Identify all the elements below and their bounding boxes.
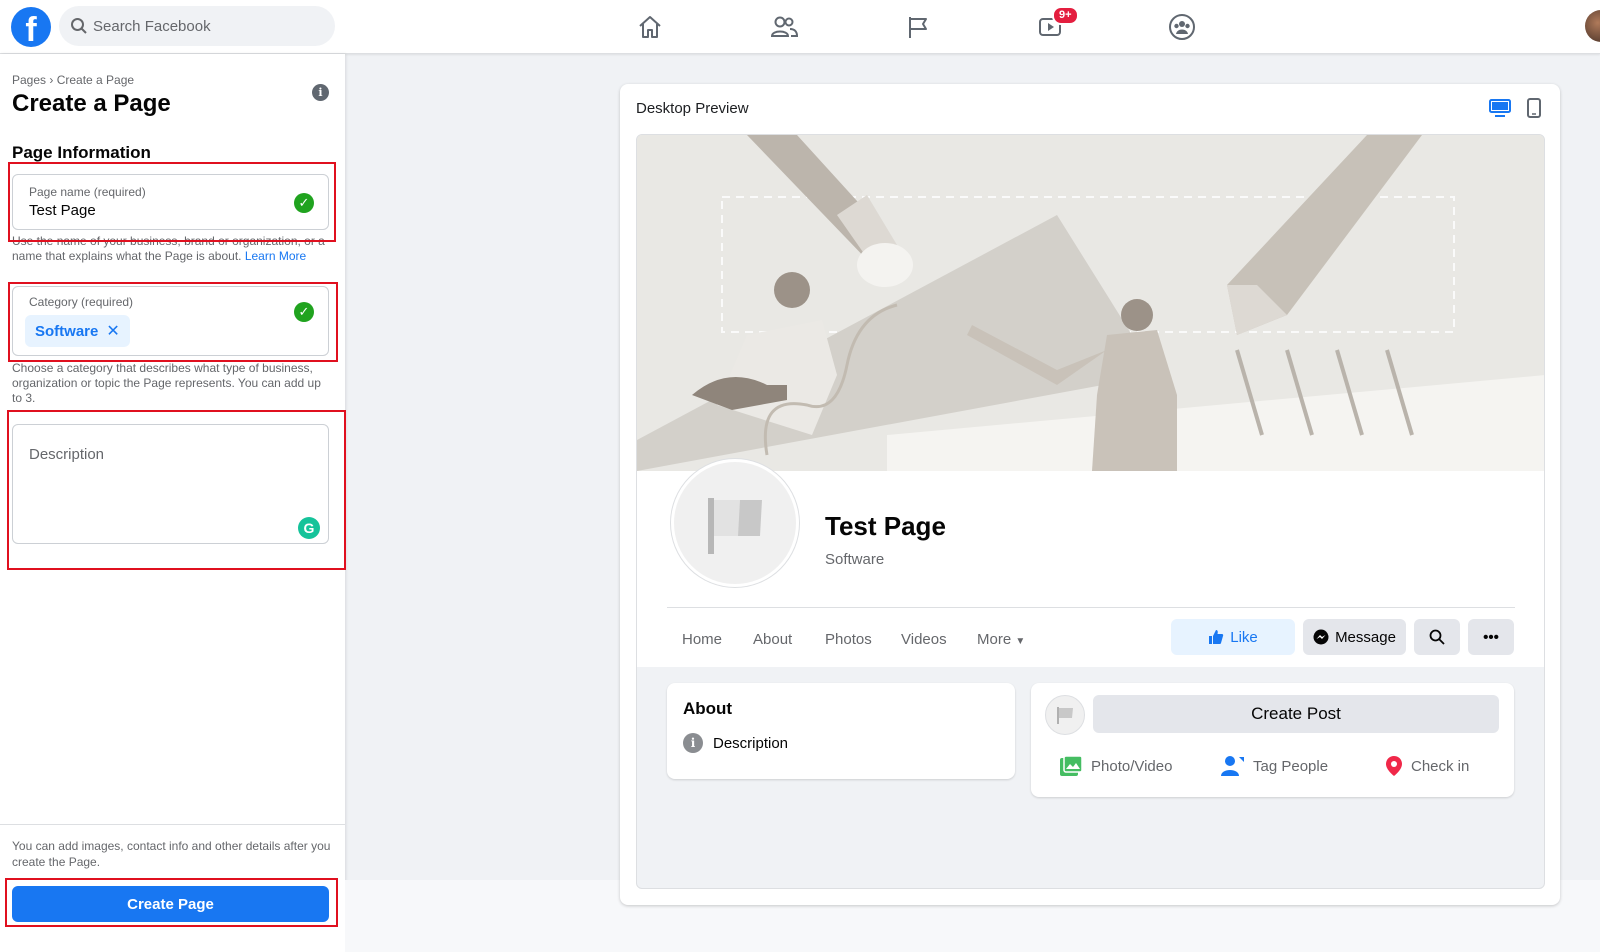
tab-home[interactable]: Home xyxy=(682,631,722,648)
tag-people-label: Tag People xyxy=(1253,757,1329,775)
create-page-panel: Pages › Create a Page Create a Page i Pa… xyxy=(0,54,345,952)
mobile-icon[interactable] xyxy=(1527,98,1541,123)
page-name-value[interactable]: Test Page xyxy=(29,202,96,219)
tab-photos[interactable]: Photos xyxy=(825,631,872,648)
check-icon: ✓ xyxy=(294,302,314,322)
grammarly-icon[interactable]: G xyxy=(298,517,320,539)
check-icon: ✓ xyxy=(294,193,314,213)
search-button[interactable] xyxy=(1414,619,1460,655)
flag-icon xyxy=(708,498,762,554)
preview-page-name: Test Page xyxy=(825,511,946,541)
category-helper: Choose a category that describes what ty… xyxy=(12,361,321,405)
thumbs-up-icon xyxy=(1209,630,1224,644)
category-field[interactable]: Category (required) Software ✕ ✓ xyxy=(12,286,329,356)
description-placeholder[interactable]: Description xyxy=(29,446,104,463)
messenger-icon xyxy=(1313,629,1329,645)
like-label: Like xyxy=(1230,628,1258,646)
like-button[interactable]: Like xyxy=(1171,619,1295,655)
more-dots-icon: ••• xyxy=(1483,628,1499,646)
photo-video-option[interactable]: Photo/Video xyxy=(1059,755,1172,777)
info-icon: i xyxy=(683,733,703,753)
info-icon[interactable]: i xyxy=(312,84,329,101)
about-description: Description xyxy=(713,734,789,752)
watch-icon[interactable]: 9+ xyxy=(1032,6,1079,44)
flag-icon xyxy=(1057,707,1073,724)
photo-icon xyxy=(1060,755,1083,776)
groups-icon[interactable] xyxy=(1164,10,1200,44)
search-input[interactable] xyxy=(93,6,323,46)
create-page-footer: You can add images, contact info and oth… xyxy=(0,824,345,952)
tab-about[interactable]: About xyxy=(753,631,792,648)
category-chip[interactable]: Software ✕ xyxy=(25,315,130,347)
message-button[interactable]: Message xyxy=(1303,619,1406,655)
check-in-label: Check in xyxy=(1411,757,1470,775)
about-title: About xyxy=(683,699,733,718)
user-avatar[interactable] xyxy=(1585,10,1600,42)
message-label: Message xyxy=(1335,628,1396,646)
page-preview: Test Page Software Home About Photos Vid… xyxy=(636,134,1545,889)
desktop-preview-card: Desktop Preview Test Page Software Home … xyxy=(620,84,1560,905)
search-box[interactable] xyxy=(59,6,335,46)
notification-badge: 9+ xyxy=(1052,6,1079,25)
page-name-helper: Use the name of your business, brand or … xyxy=(12,234,332,264)
preview-title: Desktop Preview xyxy=(636,100,749,117)
cover-illustration xyxy=(637,135,1544,471)
category-chip-label: Software xyxy=(35,322,99,340)
pages-flag-icon[interactable] xyxy=(900,10,936,44)
tag-people-option[interactable]: Tag People xyxy=(1221,755,1328,777)
top-navigation-bar: f 9+ xyxy=(0,0,1600,54)
tab-more[interactable]: More ▼ xyxy=(977,631,1025,648)
desktop-icon[interactable] xyxy=(1489,98,1511,123)
create-page-button[interactable]: Create Page xyxy=(12,886,329,922)
about-description-row: i Description xyxy=(683,733,788,753)
facebook-logo[interactable]: f xyxy=(11,7,51,47)
page-avatar xyxy=(1045,695,1085,735)
home-icon[interactable] xyxy=(632,10,668,44)
preview-page-category: Software xyxy=(825,551,885,568)
description-field[interactable]: Description G xyxy=(12,424,329,544)
friends-icon[interactable] xyxy=(766,10,802,44)
check-in-option[interactable]: Check in xyxy=(1385,755,1469,777)
page-header: Test Page Software Home About Photos Vid… xyxy=(637,459,1544,667)
create-post-button[interactable]: Create Post xyxy=(1093,695,1499,733)
breadcrumb[interactable]: Pages › Create a Page xyxy=(12,73,134,87)
create-post-card: Create Post Photo/Video Tag People Check… xyxy=(1031,683,1514,797)
divider xyxy=(667,607,1515,608)
photo-video-label: Photo/Video xyxy=(1091,757,1173,775)
search-icon xyxy=(1429,629,1445,645)
remove-icon[interactable]: ✕ xyxy=(106,321,119,341)
more-options-button[interactable]: ••• xyxy=(1468,619,1514,655)
category-label: Category (required) xyxy=(29,295,134,309)
tag-people-icon xyxy=(1221,756,1244,776)
search-icon xyxy=(71,18,87,34)
learn-more-link[interactable]: Learn More xyxy=(245,249,306,263)
section-title: Page Information xyxy=(12,143,151,162)
footer-note: You can add images, contact info and oth… xyxy=(12,839,331,869)
about-card: About i Description xyxy=(667,683,1015,779)
location-pin-icon xyxy=(1386,756,1402,776)
chevron-down-icon: ▼ xyxy=(1015,636,1026,647)
page-name-label: Page name (required) xyxy=(29,185,146,199)
tab-videos[interactable]: Videos xyxy=(901,631,947,648)
page-title: Create a Page xyxy=(12,90,171,117)
page-profile-picture xyxy=(671,459,799,587)
page-name-field[interactable]: Page name (required) Test Page ✓ xyxy=(12,174,329,230)
tab-more-label: More xyxy=(977,631,1012,648)
